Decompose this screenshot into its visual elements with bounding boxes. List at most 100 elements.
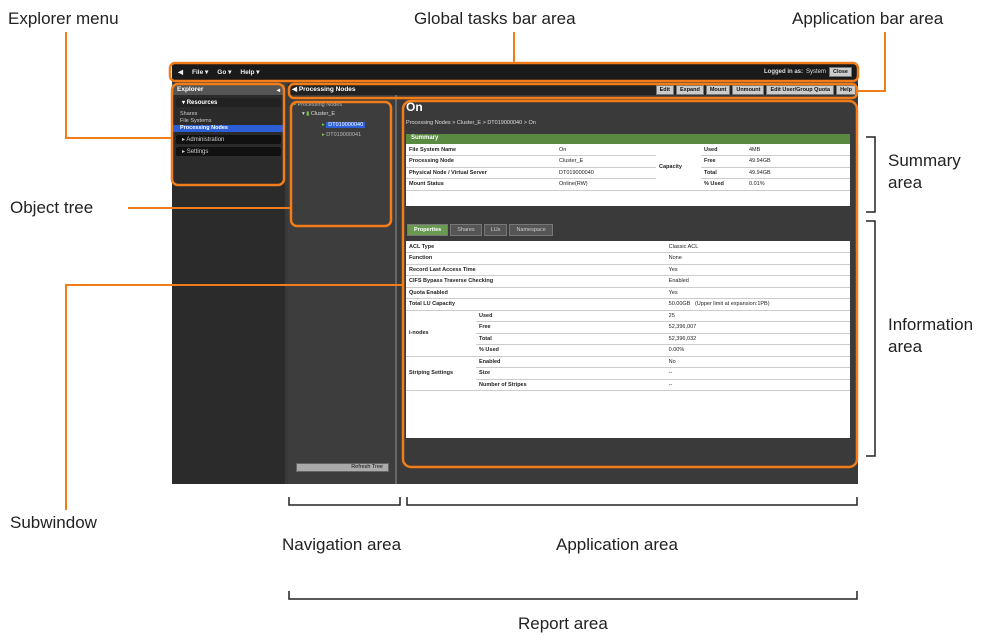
prop-value: 52,396,007	[665, 321, 850, 334]
prop-label: ACL Type	[406, 241, 666, 253]
properties-table: ACL Type Classic ACL Function None Record …	[406, 241, 850, 391]
application-bar: ◀ Processing Nodes Edit Expand Mount Unm…	[288, 84, 858, 95]
help-button[interactable]: Help	[836, 85, 856, 95]
menu-help[interactable]: Help ▾	[240, 68, 259, 76]
prop-value: Yes	[665, 264, 850, 276]
summary-label: Used	[701, 144, 746, 156]
prop-label: Quota Enabled	[406, 287, 666, 299]
callout-object-tree: Object tree	[10, 198, 94, 217]
prop-label: Record Last Access Time	[406, 264, 666, 276]
summary-label: Processing Node	[406, 155, 556, 168]
prop-label: Free	[476, 321, 666, 334]
global-tasks-bar: ◀ File ▾ Go ▾ Help ▾ Logged in as: Syste…	[172, 64, 858, 81]
bracket-application	[406, 497, 858, 506]
tree-node-cluster[interactable]: ▾ ▮ Cluster_E	[302, 111, 335, 117]
menu-file[interactable]: File ▾	[192, 68, 208, 76]
summary-value: 4MB	[746, 144, 850, 156]
unmount-button[interactable]: Unmount	[732, 85, 765, 95]
bracket-navigation	[288, 497, 401, 506]
properties-panel: ACL Type Classic ACL Function None Record …	[406, 241, 850, 438]
breadcrumb: Processing Nodes > Cluster_E > DT0190000…	[406, 120, 536, 126]
edit-button[interactable]: Edit	[655, 85, 674, 95]
application-area: On Processing Nodes > Cluster_E > DT0190…	[401, 96, 855, 484]
expand-icon: ▾	[302, 111, 305, 117]
cluster-icon: ▮	[306, 111, 310, 117]
section-administration[interactable]: ▸ Administration	[176, 135, 281, 144]
summary-value: Cluster_E	[556, 155, 656, 168]
prop-label: Total	[476, 333, 666, 345]
bracket-information	[866, 220, 876, 457]
expand-button[interactable]: Expand	[675, 85, 704, 95]
section-settings[interactable]: ▸ Settings	[176, 147, 281, 156]
user-name: System	[806, 69, 827, 75]
leader-explorer-menu	[65, 32, 172, 139]
summary-value: 49.94GB	[746, 155, 850, 168]
explorer-item-processing-nodes[interactable]: Processing Nodes	[172, 125, 285, 132]
callout-global-tasks-bar: Global tasks bar area	[414, 9, 576, 28]
prop-value: 50.00GB (Upper limit at expansion:1PB)	[665, 298, 850, 311]
section-resources[interactable]: ▾ Resources	[176, 98, 281, 107]
node-icon: ▸	[322, 122, 325, 128]
callout-information-area: Information area	[888, 315, 974, 356]
tab-lus[interactable]: LUs	[483, 224, 508, 236]
prop-label: CIFS Bypass Traverse Checking	[406, 275, 666, 288]
prop-label: Number of Stripes	[476, 379, 666, 391]
tree-node-dt041[interactable]: ▸ DT019000041	[322, 132, 361, 138]
prop-value: --	[665, 379, 850, 391]
prop-group-label: i-nodes	[406, 310, 476, 357]
logged-in-label: Logged in as:	[764, 69, 803, 75]
bracket-report	[288, 591, 858, 600]
prop-label: Total LU Capacity	[406, 298, 666, 311]
app-screenshot: ◀ File ▾ Go ▾ Help ▾ Logged in as: Syste…	[172, 64, 858, 484]
summary-label: Mount Status	[406, 178, 556, 191]
navigation-area: ▪ Processing Nodes ▾ ▮ Cluster_E ▸ DT019…	[288, 84, 397, 484]
tab-namespace[interactable]: Namespace	[509, 224, 553, 236]
edit-quota-button[interactable]: Edit User/Group Quota	[766, 85, 835, 95]
summary-label: Free	[701, 155, 746, 168]
node-icon: ▸	[322, 132, 325, 138]
callout-summary-area: Summary area	[888, 151, 961, 192]
prop-value: Enabled	[665, 275, 850, 288]
refresh-tree-button[interactable]: Refresh Tree	[296, 463, 389, 472]
prop-group-label: Striping Settings	[406, 356, 476, 391]
tlu-note: (Upper limit at expansion:1PB)	[694, 301, 770, 308]
callout-application-area: Application area	[556, 535, 678, 554]
menu-go[interactable]: Go ▾	[217, 68, 231, 76]
summary-panel: Summary File System Name On Capacity Use…	[406, 134, 850, 206]
explorer-item-file-systems[interactable]: File Systems	[172, 118, 285, 125]
summary-value: DT019000040	[556, 167, 656, 179]
prop-value: 0.00%	[665, 344, 850, 357]
mount-button[interactable]: Mount	[705, 85, 731, 95]
prop-value: 25	[665, 310, 850, 322]
summary-value: Online(RW)	[556, 178, 656, 191]
prop-label: Enabled	[476, 356, 666, 368]
tab-properties[interactable]: Properties	[407, 224, 449, 236]
summary-label: % Used	[701, 178, 746, 191]
callout-application-bar: Application bar area	[792, 9, 944, 28]
explorer-header[interactable]: Explorer ◂	[172, 84, 285, 95]
explorer-menu: Explorer ◂ ▾ Resources Shares File System…	[172, 84, 285, 484]
tree-node-root[interactable]: ▪ Processing Nodes	[294, 102, 342, 108]
summary-label: File System Name	[406, 144, 556, 156]
prop-label: Used	[476, 310, 666, 322]
app-bar-buttons: Edit Expand Mount Unmount Edit User/Grou…	[655, 85, 856, 95]
callout-subwindow: Subwindow	[10, 513, 97, 532]
explorer-item-shares[interactable]: Shares	[172, 111, 285, 118]
prop-value: 52,396,032	[665, 333, 850, 345]
prop-value: None	[665, 252, 850, 265]
collapse-icon[interactable]: ◂	[277, 86, 280, 94]
page-title: On	[406, 100, 423, 114]
summary-header: Summary	[406, 134, 850, 144]
global-menu: ◀ File ▾ Go ▾ Help ▾	[178, 68, 260, 76]
summary-value: 49.94GB	[746, 167, 850, 179]
summary-label: Total	[701, 167, 746, 179]
tab-shares[interactable]: Shares	[450, 224, 482, 236]
tree-node-dt040[interactable]: ▸ DT019000040	[322, 122, 366, 128]
summary-value: On	[556, 144, 656, 156]
capacity-label: Capacity	[656, 144, 701, 191]
close-button[interactable]: Close	[829, 67, 852, 77]
prop-value: Yes	[665, 287, 850, 299]
back-icon[interactable]: ◀	[178, 68, 183, 76]
callout-report-area: Report area	[518, 614, 608, 633]
prop-value: No	[665, 356, 850, 368]
